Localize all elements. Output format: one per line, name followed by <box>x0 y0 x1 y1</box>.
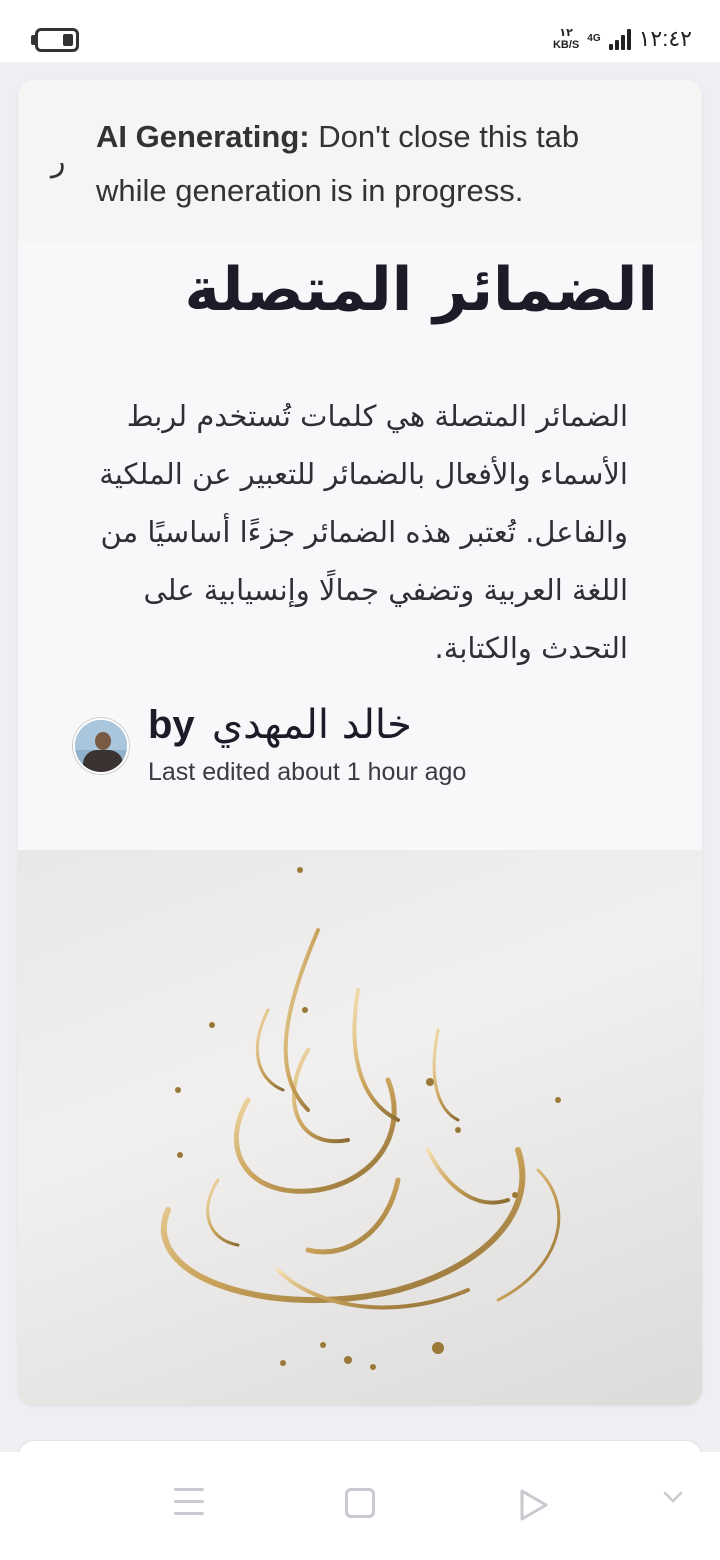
page-title: الضمائر المتصلة <box>184 255 658 325</box>
network-label: 4G <box>587 33 601 44</box>
chevron-down-icon[interactable] <box>662 1490 684 1509</box>
status-right-group: ١٢ KB/S 4G ١٢:٤٢ <box>553 24 692 54</box>
last-edited: Last edited about 1 hour ago <box>148 758 467 786</box>
ai-generating-banner: ر AI Generating: Don't close this tab wh… <box>18 80 702 242</box>
hero-calligraphy-image <box>18 850 702 1405</box>
system-nav-bar <box>0 1452 720 1560</box>
status-bar: ١٢ KB/S 4G ١٢:٤٢ <box>0 0 720 62</box>
author-byline: by خالد المهدي <box>148 702 412 748</box>
network-speed: ١٢ KB/S <box>553 27 579 51</box>
author-row: by خالد المهدي Last edited about 1 hour … <box>73 702 673 792</box>
calligraphy-art <box>160 867 561 1370</box>
battery-icon <box>35 28 79 52</box>
banner-label: AI Generating: <box>96 119 310 154</box>
by-label: by <box>148 703 195 747</box>
speed-value: ١٢ <box>559 27 573 39</box>
clock: ١٢:٤٢ <box>638 26 692 51</box>
signal-icon <box>608 28 631 50</box>
loading-spinner-icon: ر <box>51 144 66 179</box>
network-type: 4G <box>587 34 600 44</box>
back-triangle-icon[interactable] <box>518 1488 550 1527</box>
menu-icon[interactable] <box>174 1488 204 1524</box>
author-name[interactable]: خالد المهدي <box>212 702 412 748</box>
avatar[interactable] <box>73 718 129 774</box>
banner-text: AI Generating: Don't close this tab whil… <box>96 110 656 218</box>
page-description: الضمائر المتصلة هي كلمات تُستخدم لربط ال… <box>99 399 628 665</box>
speed-unit: KB/S <box>552 39 580 51</box>
home-square-icon[interactable] <box>345 1488 375 1518</box>
page-card: ر AI Generating: Don't close this tab wh… <box>18 80 702 1405</box>
